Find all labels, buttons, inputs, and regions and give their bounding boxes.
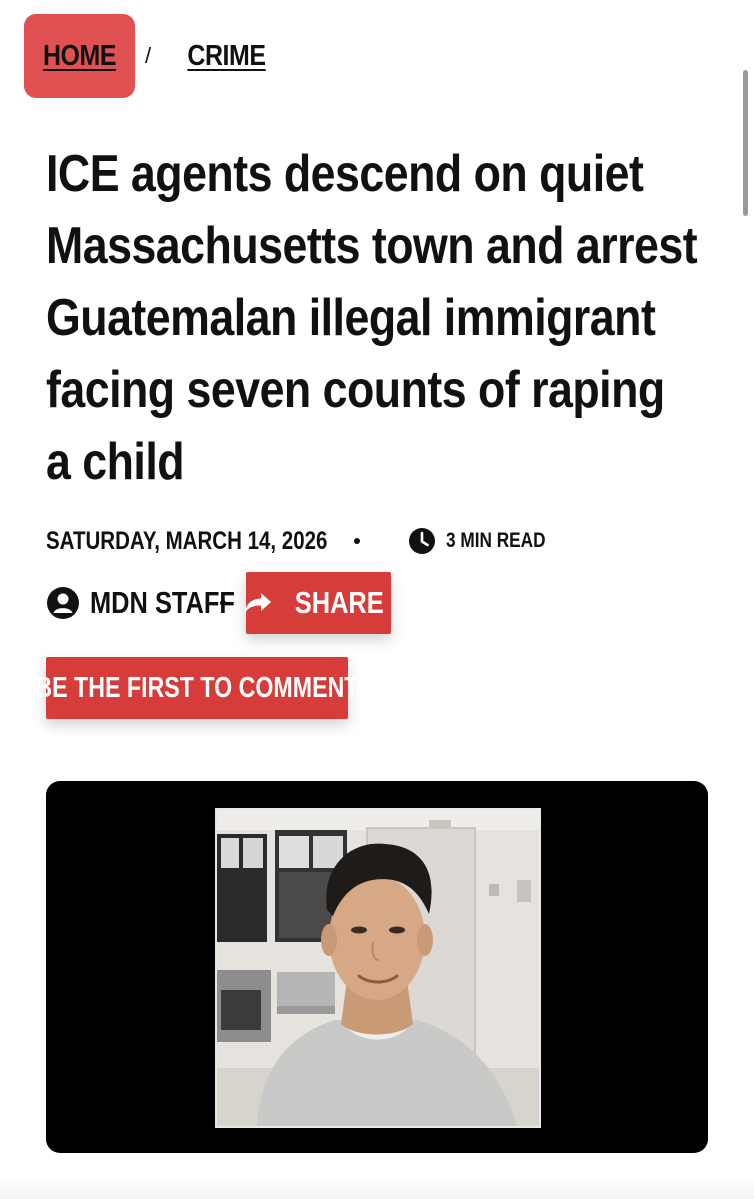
- share-button[interactable]: SHARE: [243, 572, 391, 634]
- article-media[interactable]: [46, 781, 708, 1153]
- bottom-edge: [0, 1178, 754, 1199]
- clock-icon: [408, 527, 436, 555]
- breadcrumb: HOME / CRIME: [24, 14, 272, 98]
- comment-button-label: BE THE FIRST TO COMMENT: [35, 671, 359, 704]
- breadcrumb-category-label: CRIME: [187, 39, 266, 72]
- meta-separator-dot: [354, 538, 360, 544]
- breadcrumb-category-link[interactable]: CRIME: [181, 40, 272, 73]
- author-row: MDN STAFF SHARE: [46, 572, 391, 634]
- breadcrumb-home-label: HOME: [42, 39, 117, 72]
- page-scrollbar[interactable]: [743, 70, 748, 216]
- author-name[interactable]: MDN STAFF: [90, 585, 235, 621]
- share-arrow-icon: [243, 591, 273, 615]
- article-photo: [215, 808, 541, 1128]
- breadcrumb-home-link[interactable]: HOME: [24, 14, 135, 98]
- article-meta: SATURDAY, MARCH 14, 2026 3 MIN READ: [46, 524, 567, 558]
- share-label: SHARE: [295, 585, 384, 620]
- comment-button[interactable]: BE THE FIRST TO COMMENT: [35, 657, 359, 719]
- user-circle-icon: [46, 586, 80, 620]
- breadcrumb-separator: /: [145, 43, 152, 68]
- read-time: 3 MIN READ: [446, 529, 546, 552]
- article-title: ICE agents descend on quiet Massachusett…: [46, 145, 698, 491]
- publish-date: SATURDAY, MARCH 14, 2026: [46, 526, 328, 555]
